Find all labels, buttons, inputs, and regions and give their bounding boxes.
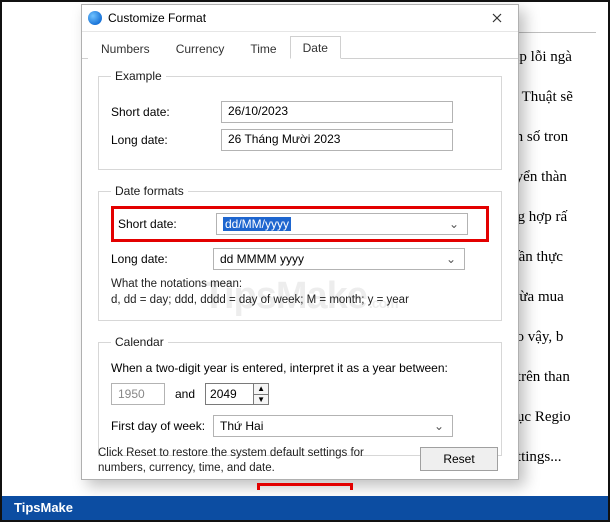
legend-calendar: Calendar: [111, 335, 168, 349]
spinner-year-to[interactable]: ▲ ▼: [205, 383, 269, 405]
group-example: Example Short date: 26/10/2023 Long date…: [98, 69, 502, 170]
tab-numbers[interactable]: Numbers: [88, 37, 163, 59]
close-button[interactable]: [480, 7, 514, 29]
combo-short-date-value: dd/MM/yyyy: [223, 217, 291, 231]
reset-button[interactable]: Reset: [420, 447, 498, 471]
label-first-day-of-week: First day of week:: [111, 419, 213, 433]
combo-first-day-of-week[interactable]: Thứ Hai ⌄: [213, 415, 453, 437]
value-example-long: 26 Tháng Mười 2023: [221, 129, 453, 151]
field-year-to[interactable]: [205, 383, 253, 405]
chevron-down-icon: ⌄: [447, 217, 461, 231]
combo-short-date-format[interactable]: dd/MM/yyyy ⌄: [216, 213, 468, 235]
legend-example: Example: [111, 69, 166, 83]
tipsmake-brand-bar: TipsMake: [2, 496, 608, 520]
value-example-short: 26/10/2023: [221, 101, 453, 123]
tab-time[interactable]: Time: [237, 37, 289, 59]
tab-strip: Numbers Currency Time Date: [82, 32, 518, 59]
label-format-long: Long date:: [111, 252, 213, 266]
combo-long-date-format[interactable]: dd MMMM yyyy ⌄: [213, 248, 465, 270]
calendar-intro: When a two-digit year is entered, interp…: [111, 361, 489, 375]
field-year-from: [111, 383, 165, 405]
notation-line-1: What the notations mean:: [111, 276, 489, 292]
customize-format-dialog: TipsMake.com Customize Format Numbers Cu…: [81, 4, 519, 480]
dialog-title: Customize Format: [108, 11, 480, 25]
chevron-down-icon: ⌄: [432, 419, 446, 433]
dialog-body: Example Short date: 26/10/2023 Long date…: [82, 59, 518, 481]
tab-currency[interactable]: Currency: [163, 37, 238, 59]
label-example-short: Short date:: [111, 105, 221, 119]
notation-help: What the notations mean: d, dd = day; dd…: [111, 276, 489, 308]
notation-line-2: d, dd = day; ddd, dddd = day of week; M …: [111, 292, 489, 308]
combo-fdow-value: Thứ Hai: [220, 419, 263, 433]
highlight-short-date-format: Short date: dd/MM/yyyy ⌄: [111, 206, 489, 242]
spinner-down-icon[interactable]: ▼: [254, 395, 268, 405]
spinner-buttons[interactable]: ▲ ▼: [253, 383, 269, 405]
highlight-fragment: [257, 483, 353, 490]
label-format-short: Short date:: [118, 217, 216, 231]
legend-date-formats: Date formats: [111, 184, 188, 198]
combo-long-date-value: dd MMMM yyyy: [220, 252, 304, 266]
label-example-long: Long date:: [111, 133, 221, 147]
globe-icon: [88, 11, 102, 25]
close-icon: [492, 13, 502, 23]
chevron-down-icon: ⌄: [444, 252, 458, 266]
reset-hint: Click Reset to restore the system defaul…: [98, 446, 368, 475]
tab-date[interactable]: Date: [290, 36, 341, 59]
group-date-formats: Date formats Short date: dd/MM/yyyy ⌄ Lo…: [98, 184, 502, 321]
label-and: and: [175, 387, 195, 401]
spinner-up-icon[interactable]: ▲: [254, 384, 268, 395]
group-calendar: Calendar When a two-digit year is entere…: [98, 335, 502, 456]
titlebar: Customize Format: [82, 5, 518, 32]
